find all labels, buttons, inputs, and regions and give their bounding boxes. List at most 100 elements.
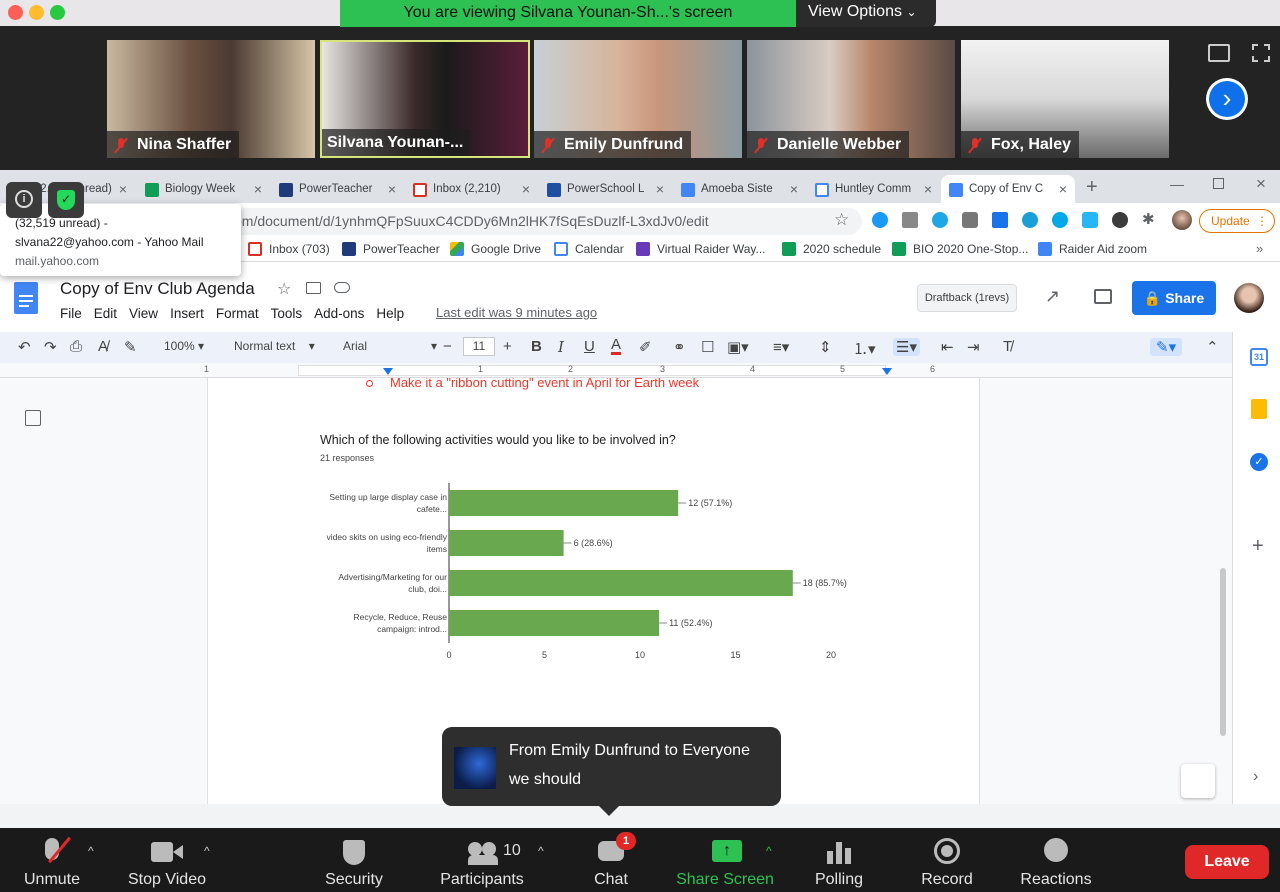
- bookmark-2020-schedule[interactable]: 2020 schedule: [782, 242, 881, 256]
- close-tab-icon[interactable]: ×: [790, 178, 798, 200]
- audio-options-caret-icon[interactable]: ^: [88, 844, 94, 858]
- right-indent-marker-icon[interactable]: [882, 368, 892, 375]
- video-options-caret-icon[interactable]: ^: [204, 844, 210, 858]
- close-tab-icon[interactable]: ×: [656, 178, 664, 200]
- indent-marker-icon[interactable]: [383, 368, 393, 375]
- bookmark-bio-2020[interactable]: BIO 2020 One-Stop...: [892, 242, 1028, 256]
- extension-icon[interactable]: [1112, 212, 1128, 228]
- star-icon[interactable]: ☆: [277, 279, 291, 299]
- reactions-button[interactable]: Reactions: [1013, 828, 1099, 892]
- clear-formatting-icon[interactable]: T̸: [1003, 338, 1012, 355]
- close-tab-icon[interactable]: ×: [119, 178, 127, 200]
- new-tab-button[interactable]: +: [1086, 176, 1098, 199]
- align-icon[interactable]: ≡▾: [773, 338, 789, 356]
- polling-button[interactable]: Polling: [806, 828, 872, 892]
- close-tab-icon[interactable]: ×: [1059, 178, 1067, 200]
- text-color-icon[interactable]: A: [611, 337, 622, 355]
- stop-video-button[interactable]: Stop Video: [120, 828, 214, 892]
- extension-icon[interactable]: [872, 212, 888, 228]
- cloud-status-icon[interactable]: [334, 282, 350, 293]
- docs-logo-icon[interactable]: [14, 282, 38, 314]
- gallery-layout-icon[interactable]: [1208, 44, 1230, 62]
- view-options-button[interactable]: View Options ⌄: [796, 0, 936, 27]
- decrease-indent-icon[interactable]: ⇤: [941, 338, 954, 356]
- link-icon[interactable]: ⚭: [673, 338, 686, 356]
- explore-button[interactable]: [1181, 764, 1215, 798]
- font-select[interactable]: Arial ▾: [343, 339, 437, 353]
- minimize-browser-icon[interactable]: —: [1170, 176, 1184, 192]
- participant-tile[interactable]: Fox, Haley: [961, 40, 1169, 158]
- zoom-select[interactable]: 100% ▾: [164, 339, 204, 353]
- extension-icon[interactable]: [1022, 212, 1038, 228]
- participant-tile-active-speaker[interactable]: Silvana Younan-...: [320, 40, 530, 158]
- highlight-icon[interactable]: ✐: [639, 338, 652, 356]
- tasks-icon[interactable]: ✓: [1250, 453, 1268, 471]
- menu-format[interactable]: Format: [216, 306, 259, 321]
- bookmark-virtual-raider-way[interactable]: Virtual Raider Way...: [636, 242, 765, 256]
- menu-insert[interactable]: Insert: [170, 306, 204, 321]
- zoom-window-icon[interactable]: [50, 5, 65, 20]
- leave-button[interactable]: Leave: [1185, 845, 1269, 879]
- share-button[interactable]: 🔒 Share: [1132, 281, 1216, 315]
- extension-icon[interactable]: [962, 212, 978, 228]
- close-tab-icon[interactable]: ×: [254, 178, 262, 200]
- url-field[interactable]: om/document/d/1ynhmQFpSuuxC4CDDy6Mn2lHK7…: [230, 208, 862, 235]
- close-tab-icon[interactable]: ×: [388, 178, 396, 200]
- bold-icon[interactable]: B: [531, 338, 542, 355]
- move-folder-icon[interactable]: [306, 282, 321, 294]
- share-options-caret-icon[interactable]: ^: [766, 844, 772, 858]
- print-icon[interactable]: ⎙: [70, 338, 82, 355]
- fullscreen-icon[interactable]: [1252, 44, 1270, 62]
- close-tab-icon[interactable]: ×: [522, 178, 530, 200]
- last-edit-link[interactable]: Last edit was 9 minutes ago: [436, 305, 597, 320]
- tab-huntley-comm[interactable]: Huntley Comm ×: [807, 175, 940, 203]
- more-bookmarks-icon[interactable]: »: [1256, 241, 1263, 256]
- tab-copy-of-env-club[interactable]: Copy of Env C ×: [941, 175, 1075, 203]
- editing-mode-icon[interactable]: ✎▾: [1150, 338, 1183, 356]
- increase-font-size-icon[interactable]: +: [503, 338, 512, 355]
- insert-image-icon[interactable]: ▣▾: [727, 338, 749, 356]
- extension-icon[interactable]: [992, 212, 1008, 228]
- bookmark-gmail[interactable]: Inbox (703): [248, 242, 330, 256]
- tab-powerschool[interactable]: PowerSchool L ×: [539, 175, 672, 203]
- increase-indent-icon[interactable]: ⇥: [967, 338, 980, 356]
- comment-icon[interactable]: [1094, 289, 1112, 304]
- unmute-button[interactable]: Unmute: [10, 828, 94, 892]
- extension-icon[interactable]: [932, 212, 948, 228]
- encryption-button[interactable]: ✓: [48, 182, 84, 218]
- draftback-button[interactable]: Draftback (1revs): [917, 284, 1017, 312]
- bookmark-google-drive[interactable]: Google Drive: [450, 242, 541, 256]
- chevron-right-icon[interactable]: ›: [1253, 768, 1258, 786]
- tab-biology-week[interactable]: Biology Week ×: [137, 175, 270, 203]
- bookmark-star-icon[interactable]: ☆: [834, 210, 849, 230]
- menu-add-ons[interactable]: Add-ons: [314, 306, 364, 321]
- participant-tile[interactable]: Nina Shaffer: [107, 40, 315, 158]
- calendar-addon-icon[interactable]: 31: [1250, 348, 1268, 366]
- next-page-button[interactable]: ›: [1206, 78, 1248, 120]
- document-title[interactable]: Copy of Env Club Agenda: [60, 279, 255, 299]
- vertical-scrollbar[interactable]: [1220, 568, 1226, 736]
- bookmark-raider-aid-zoom[interactable]: Raider Aid zoom: [1038, 242, 1147, 256]
- underline-icon[interactable]: U: [584, 338, 595, 355]
- puzzle-icon[interactable]: ✱: [1142, 210, 1155, 228]
- redo-icon[interactable]: ↷: [44, 338, 57, 356]
- activity-trend-icon[interactable]: ↗: [1045, 286, 1060, 307]
- add-addon-icon[interactable]: +: [1252, 535, 1264, 558]
- tab-amoeba-sisters[interactable]: Amoeba Siste ×: [673, 175, 806, 203]
- menu-view[interactable]: View: [129, 306, 158, 321]
- participants-options-caret-icon[interactable]: ^: [538, 844, 544, 858]
- bookmark-calendar[interactable]: Calendar: [554, 242, 624, 256]
- menu-help[interactable]: Help: [376, 306, 404, 321]
- keep-icon[interactable]: [1251, 399, 1267, 419]
- update-button[interactable]: Update ⋮: [1199, 209, 1275, 233]
- tab-powerteacher[interactable]: PowerTeacher ×: [271, 175, 404, 203]
- bulleted-list-icon[interactable]: ☰▾: [893, 338, 920, 356]
- profile-avatar[interactable]: [1172, 210, 1192, 230]
- extension-icon[interactable]: [1082, 212, 1098, 228]
- chevron-up-icon[interactable]: ⌃: [1206, 338, 1219, 356]
- extension-icon[interactable]: [902, 212, 918, 228]
- paint-format-icon[interactable]: ✎: [124, 338, 137, 356]
- font-size-field[interactable]: 11: [463, 337, 495, 356]
- minimize-window-icon[interactable]: [29, 5, 44, 20]
- close-tab-icon[interactable]: ×: [924, 178, 932, 200]
